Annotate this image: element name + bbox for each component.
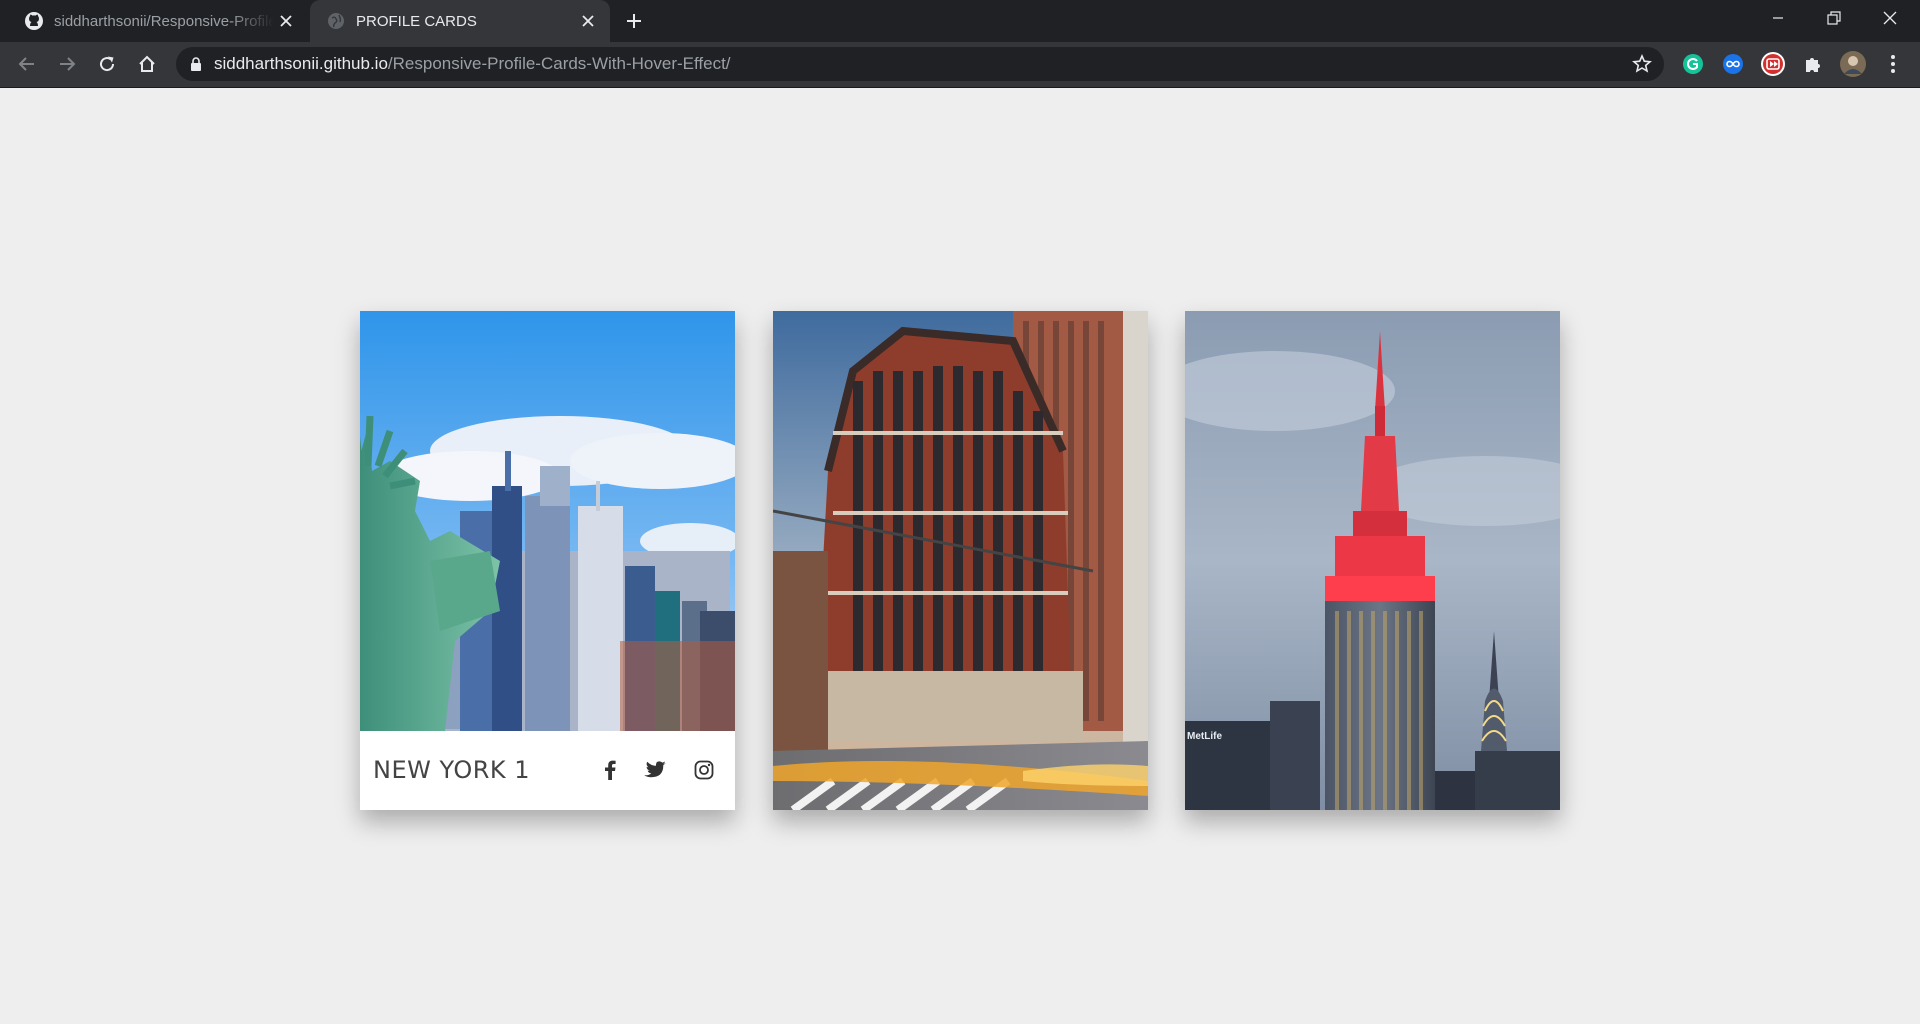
close-window-button[interactable] [1862,0,1918,36]
tab-title: siddharthsonii/Responsive-Profile-Cards-… [54,12,274,30]
svg-text:MetLife: MetLife [1187,731,1222,742]
profile-card-3[interactable]: MetLife [1185,311,1560,810]
profile-avatar[interactable] [1839,50,1867,78]
url-host: siddharthsonii.github.io [214,54,388,73]
card-image-brick-hotel [773,311,1148,810]
lock-icon[interactable] [190,56,204,72]
instagram-icon[interactable] [692,758,716,782]
card-image-empire-state-building: MetLife [1185,311,1560,810]
home-button[interactable] [130,47,164,81]
infinity-extension-icon[interactable] [1719,50,1747,78]
close-tab-icon[interactable] [576,9,600,33]
menu-kebab-icon[interactable] [1879,50,1907,78]
video-speed-icon[interactable] [1759,50,1787,78]
profile-card-2[interactable] [773,311,1148,810]
tab-strip: siddharthsonii/Responsive-Profile-Cards-… [0,0,1920,42]
puzzle-icon[interactable] [1799,50,1827,78]
tab-title: PROFILE CARDS [356,12,477,30]
bookmark-star-icon[interactable] [1630,52,1654,76]
restore-button[interactable] [1806,0,1862,36]
url-path: /Responsive-Profile-Cards-With-Hover-Eff… [387,54,731,73]
globe-icon [326,11,346,31]
back-button[interactable] [10,47,44,81]
close-tab-icon[interactable] [274,9,298,33]
new-tab-button[interactable] [622,9,646,33]
minimize-button[interactable] [1750,0,1806,36]
forward-button[interactable] [50,47,84,81]
url-text: siddharthsonii.github.io/Responsive-Prof… [214,54,731,74]
card-footer: NEW YORK 1 [360,731,735,810]
reload-button[interactable] [90,47,124,81]
browser-toolbar: siddharthsonii.github.io/Responsive-Prof… [0,42,1920,88]
twitter-icon[interactable] [643,758,667,782]
address-bar[interactable]: siddharthsonii.github.io/Responsive-Prof… [176,47,1664,81]
card-image-statue-of-liberty [360,311,735,731]
facebook-icon[interactable] [598,758,622,782]
profile-card-1[interactable]: NEW YORK 1 [360,311,735,810]
tab-github-repo[interactable]: siddharthsonii/Responsive-Profile-Cards-… [8,0,308,42]
card-title: NEW YORK 1 [373,756,531,784]
grammarly-icon[interactable] [1679,50,1707,78]
tab-profile-cards[interactable]: PROFILE CARDS [310,0,610,42]
github-icon [24,11,44,31]
